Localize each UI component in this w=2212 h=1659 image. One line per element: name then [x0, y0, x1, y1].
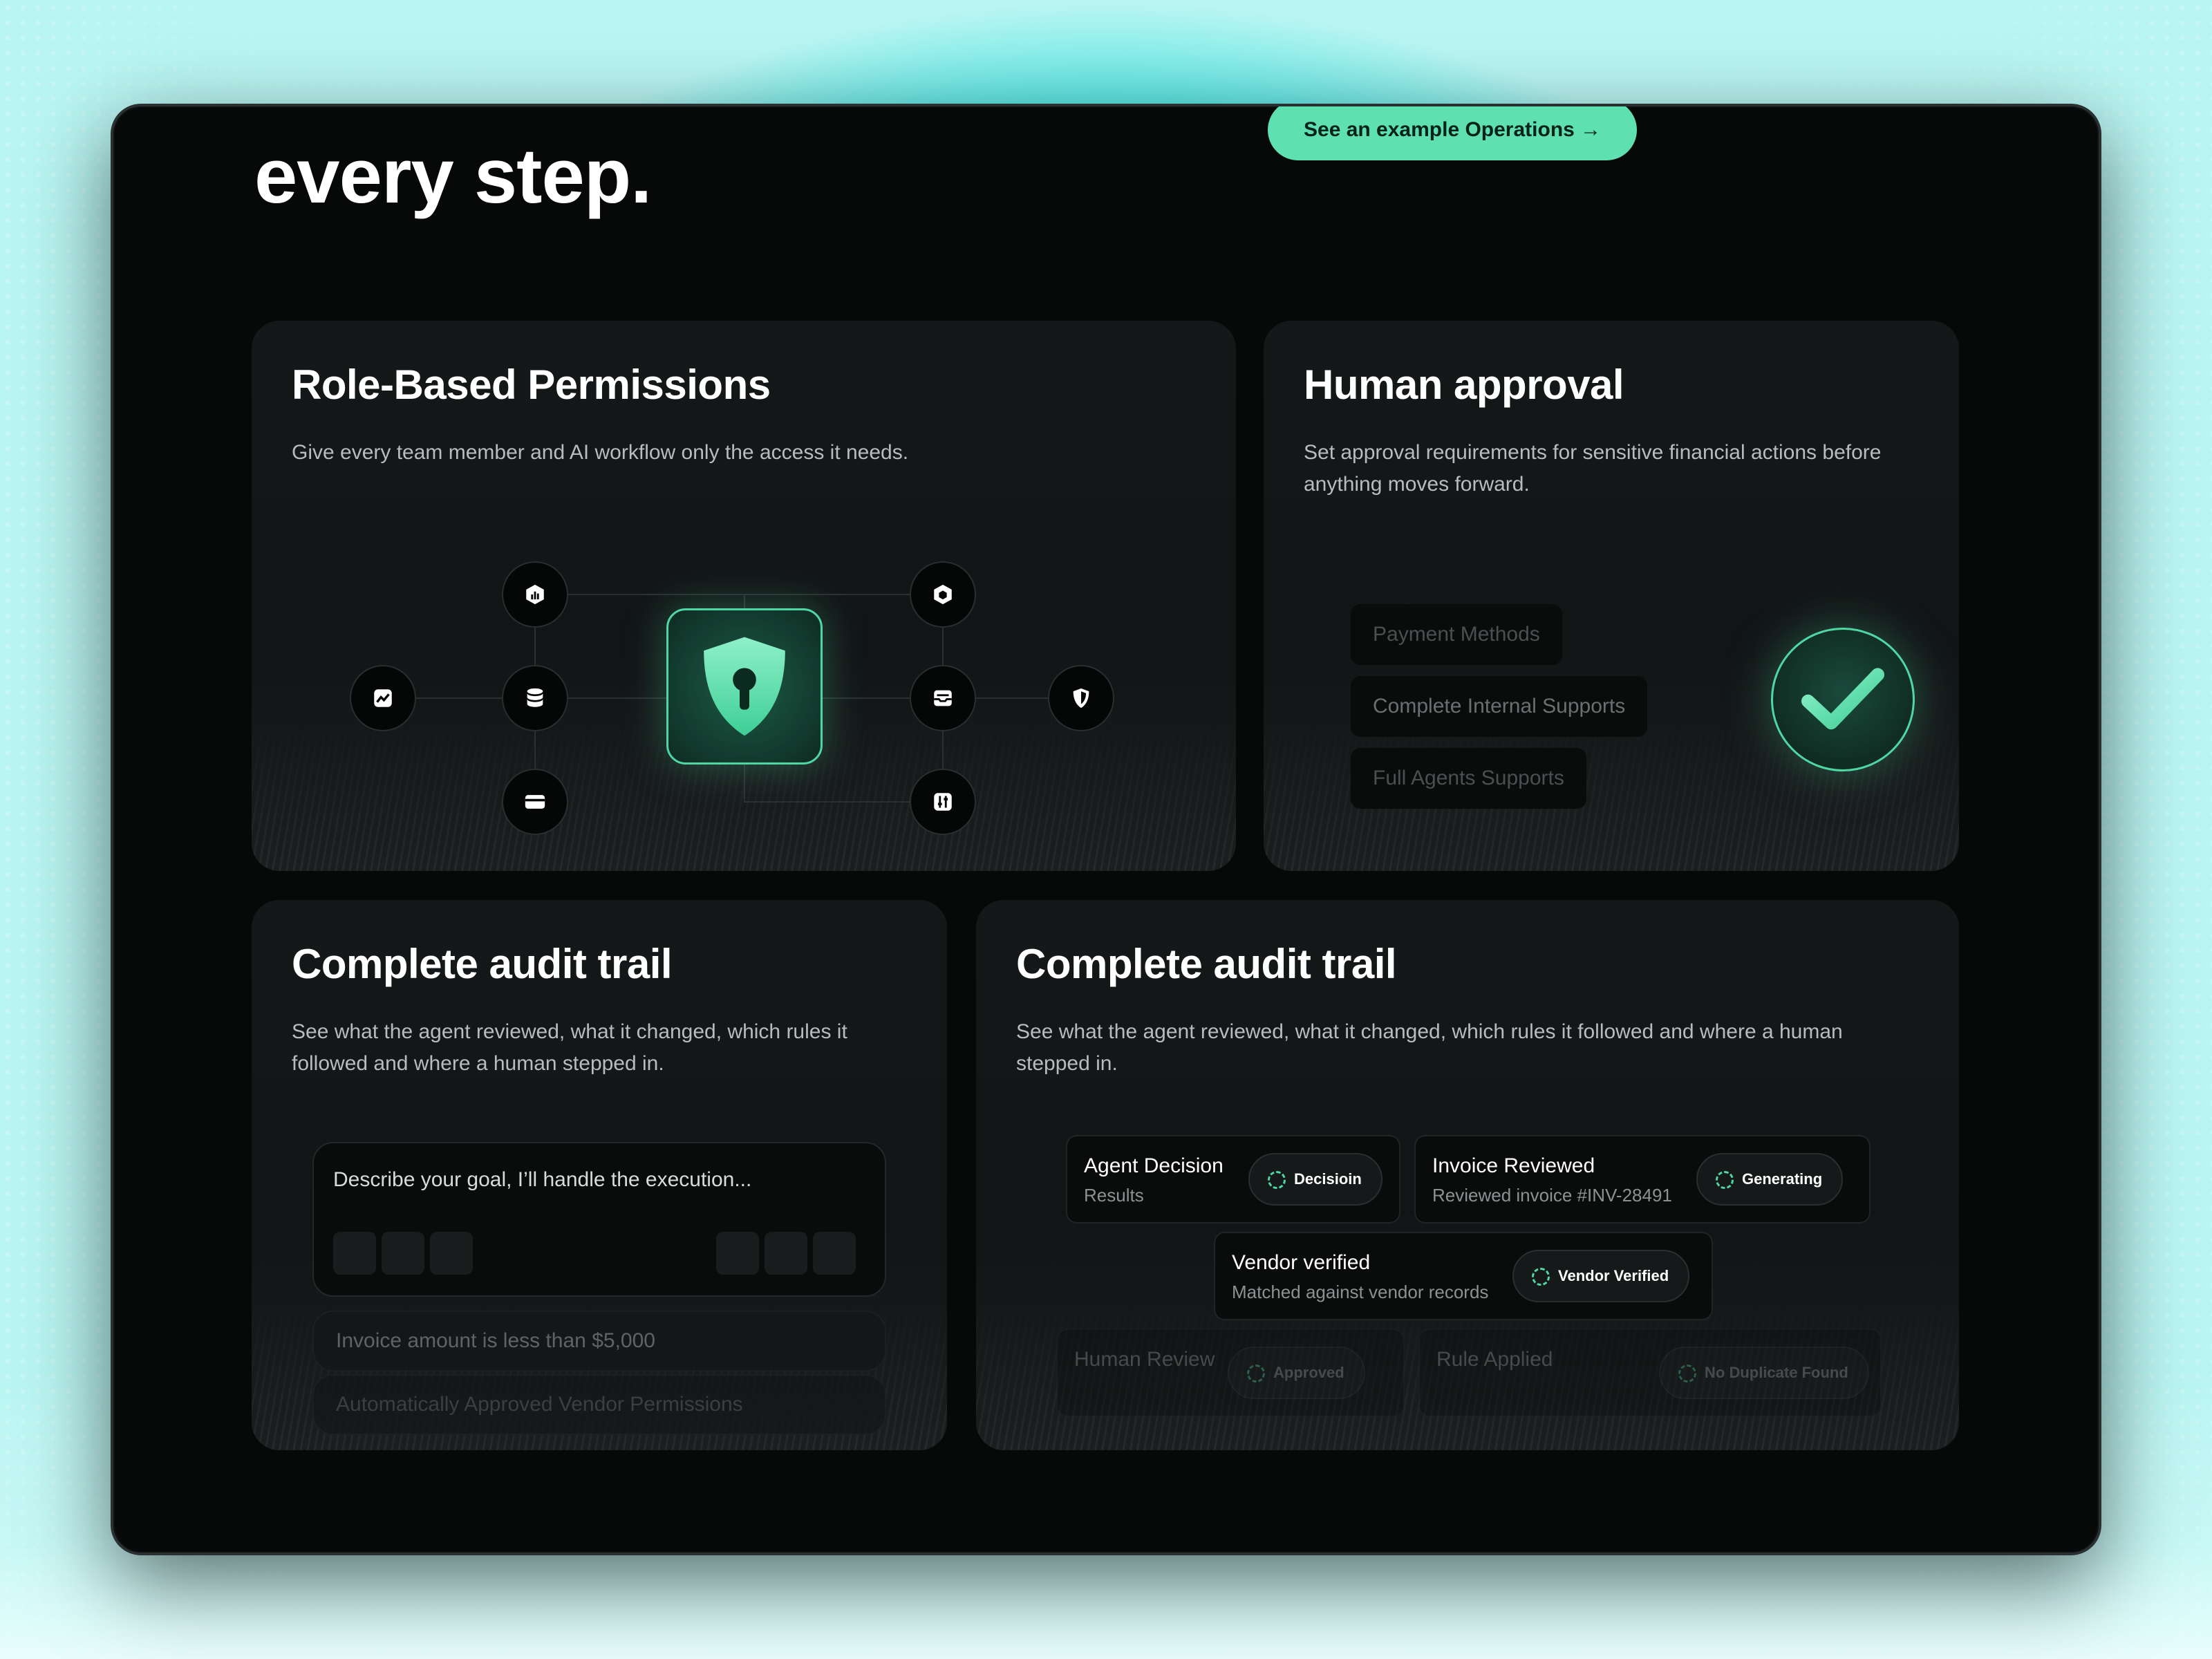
loading-icon	[1247, 1365, 1265, 1382]
status-badge: Approved	[1228, 1347, 1365, 1399]
goal-prompt-input[interactable]: Describe your goal, I’ll handle the exec…	[312, 1142, 886, 1297]
chart-icon[interactable]	[350, 665, 416, 731]
rule-row[interactable]: Automatically Approved Vendor Permission…	[312, 1374, 886, 1435]
card-audit-trail-left: Complete audit trail See what the agent …	[252, 900, 947, 1450]
hero-title: every step.	[254, 133, 652, 219]
loading-icon	[1678, 1365, 1696, 1382]
status-badge: Vendor Verified	[1512, 1250, 1690, 1302]
inbox-icon[interactable]	[910, 665, 976, 731]
prompt-send-button[interactable]	[813, 1232, 856, 1275]
card-title: Complete audit trail	[1016, 941, 1397, 987]
tile-vendor-verified[interactable]: Vendor verified Matched against vendor r…	[1214, 1232, 1713, 1320]
status-badge: No Duplicate Found	[1659, 1347, 1869, 1399]
loading-icon	[1268, 1171, 1286, 1189]
card-role-based-permissions: Role-Based Permissions Give every team m…	[252, 321, 1236, 871]
shield-lock-icon	[666, 608, 823, 765]
app-window: every step. See an example Operations → …	[111, 104, 2101, 1555]
prompt-tool-button[interactable]	[430, 1232, 473, 1275]
status-badge: Generating	[1696, 1153, 1844, 1206]
tile-human-review[interactable]: Human Review Approved	[1056, 1329, 1405, 1417]
sliders-icon[interactable]	[910, 769, 976, 835]
prompt-tool-button[interactable]	[382, 1232, 424, 1275]
cube-icon[interactable]	[910, 561, 976, 628]
prompt-placeholder: Describe your goal, I’ll handle the exec…	[333, 1168, 752, 1191]
bar-chart-icon[interactable]	[502, 561, 568, 628]
rule-row[interactable]: Invoice amount is less than $5,000	[312, 1311, 886, 1371]
tile-rule-applied[interactable]: Rule Applied No Duplicate Found	[1418, 1329, 1882, 1417]
status-badge: Decisioin	[1248, 1153, 1382, 1206]
chip-payment-methods[interactable]: Payment Methods	[1351, 604, 1562, 665]
loading-icon	[1716, 1171, 1734, 1189]
card-audit-trail-right: Complete audit trail See what the agent …	[976, 900, 1959, 1450]
chip-complete-internal-supports[interactable]: Complete Internal Supports	[1351, 676, 1648, 737]
card-icon[interactable]	[502, 769, 568, 835]
card-human-approval: Human approval Set approval requirements…	[1264, 321, 1959, 871]
card-description: Set approval requirements for sensitive …	[1304, 441, 1882, 496]
card-description: See what the agent reviewed, what it cha…	[1016, 1020, 1843, 1075]
shield-icon[interactable]	[1048, 665, 1114, 731]
loading-icon	[1532, 1268, 1550, 1286]
tile-agent-decision[interactable]: Agent Decision Results Decisioin	[1066, 1135, 1400, 1224]
database-icon[interactable]	[502, 665, 568, 731]
connector-lines	[383, 594, 1081, 803]
card-description: See what the agent reviewed, what it cha…	[292, 1020, 847, 1075]
tile-invoice-reviewed[interactable]: Invoice Reviewed Reviewed invoice #INV-2…	[1414, 1135, 1871, 1224]
prompt-action-button[interactable]	[716, 1232, 759, 1275]
see-example-button[interactable]: See an example Operations →	[1268, 106, 1638, 160]
prompt-action-button[interactable]	[765, 1232, 807, 1275]
chip-full-agents-supports[interactable]: Full Agents Supports	[1351, 748, 1586, 809]
prompt-tool-button[interactable]	[333, 1232, 376, 1275]
card-title: Complete audit trail	[292, 941, 673, 987]
checkmark-icon	[1771, 628, 1915, 771]
card-title: Human approval	[1304, 362, 1624, 408]
